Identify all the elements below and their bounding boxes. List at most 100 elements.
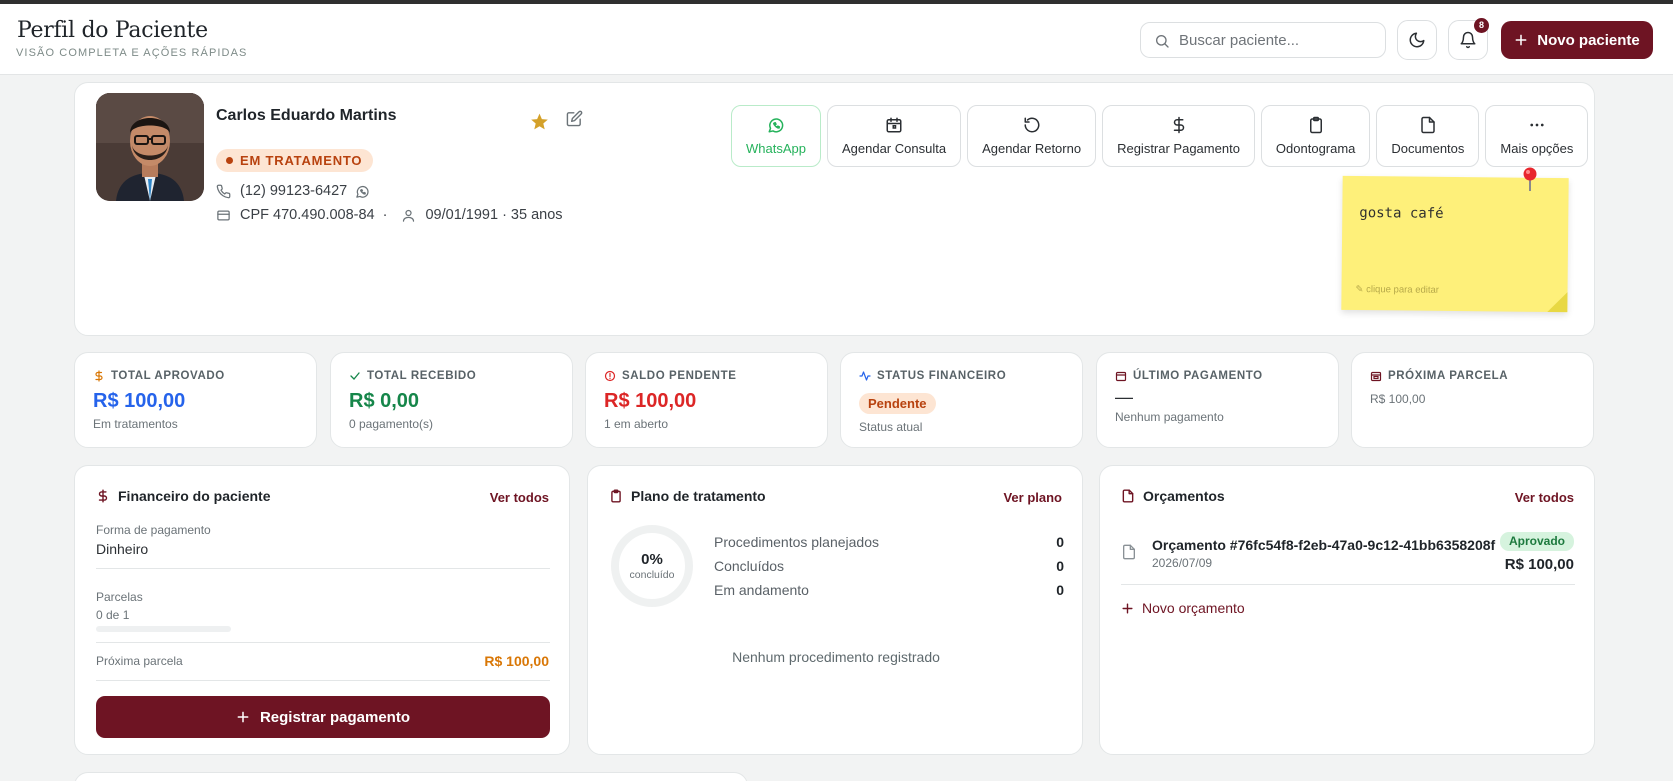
sticky-note-hint: ✎ clique para editar [1355, 283, 1440, 296]
theme-toggle-button[interactable] [1397, 20, 1437, 60]
stat-pending-balance: SALDO PENDENTE R$ 100,00 1 em aberto [585, 352, 828, 448]
finance-title: Financeiro do paciente [118, 488, 271, 504]
plan-progress-text: 0% concluído [610, 551, 694, 581]
stat-sub: Status atual [859, 420, 923, 434]
payment-method-label: Forma de pagamento [96, 523, 211, 537]
budgets-title: Orçamentos [1143, 488, 1225, 504]
installments-progress [96, 626, 231, 632]
patient-birth: 09/01/1991 · 35 anos [425, 207, 563, 223]
patient-profile-card: Carlos Eduardo Martins EM TRATAMENTO (12… [74, 82, 1595, 336]
stat-sub: R$ 100,00 [1370, 392, 1426, 406]
register-payment-action-button[interactable]: Registrar Pagamento [1102, 105, 1255, 167]
schedule-return-label: Agendar Retorno [982, 141, 1082, 156]
refresh-icon [1024, 117, 1040, 133]
stat-financial-status: STATUS FINANCEIRO Pendente Status atual [840, 352, 1083, 448]
stat-sub: Nenhum pagamento [1115, 410, 1224, 424]
dollar-icon [95, 370, 103, 382]
patient-cpf: CPF 470.490.008-84 [240, 207, 375, 223]
finance-see-all-link[interactable]: Ver todos [490, 490, 549, 505]
stat-label: PRÓXIMA PARCELA [1388, 370, 1509, 382]
favorite-star-icon[interactable] [530, 112, 549, 131]
page-title: Perfil do Paciente [17, 18, 208, 43]
divider [96, 642, 550, 643]
plan-row-planned: Procedimentos planejados 0 [714, 534, 1064, 550]
new-patient-label: Novo paciente [1537, 31, 1640, 49]
plan-empty-message: Nenhum procedimento registrado [732, 649, 940, 665]
alert-icon [604, 370, 616, 382]
budget-date: 2026/07/09 [1152, 556, 1213, 570]
schedule-appointment-button[interactable]: Agendar Consulta [826, 105, 962, 167]
budget-status-badge: Aprovado [1499, 532, 1574, 551]
plan-percent: 0% [641, 551, 663, 568]
calendar-icon [1115, 371, 1127, 382]
file-icon [1421, 116, 1435, 134]
new-patient-button[interactable]: Novo paciente [1501, 21, 1653, 59]
documents-button[interactable]: Documentos [1376, 105, 1480, 167]
new-budget-button[interactable]: Novo orçamento [1121, 600, 1245, 616]
patient-avatar[interactable] [96, 93, 204, 201]
search-input[interactable] [1179, 29, 1379, 51]
budgets-see-all-link[interactable]: Ver todos [1515, 490, 1574, 505]
stat-label: TOTAL APROVADO [111, 370, 225, 382]
register-payment-label: Registrar pagamento [259, 708, 411, 726]
clipboard-icon [611, 489, 621, 503]
patient-phone[interactable]: (12) 99123-6427 [240, 183, 347, 199]
search-box[interactable] [1140, 22, 1386, 58]
edit-icon[interactable] [566, 110, 583, 127]
plan-see-link[interactable]: Ver plano [1003, 490, 1062, 505]
plus-icon [237, 711, 249, 723]
clipboard-icon [1309, 116, 1322, 134]
whatsapp-action-label: WhatsApp [746, 141, 806, 156]
plan-percent-caption: concluído [629, 569, 675, 581]
whatsapp-action-button[interactable]: WhatsApp [731, 105, 821, 167]
stat-sub: 1 em aberto [604, 417, 669, 431]
patient-docs-row: CPF 470.490.008-84 · 09/01/1991 · 35 ano… [216, 207, 563, 223]
user-icon [403, 209, 415, 222]
quick-actions: WhatsApp Agendar Consulta Agendar Retorn… [731, 105, 1589, 167]
stat-value: R$ 0,00 [349, 390, 420, 412]
divider [1121, 584, 1575, 585]
plus-icon [1122, 602, 1133, 614]
patient-status-badge: EM TRATAMENTO [216, 149, 374, 172]
bell-icon [1460, 31, 1476, 49]
stat-label: TOTAL RECEBIDO [367, 370, 477, 382]
schedule-return-button[interactable]: Agendar Retorno [967, 105, 1097, 167]
stat-last-payment: ÚLTIMO PAGAMENTO — Nenhum pagamento [1096, 352, 1339, 448]
budget-title: Orçamento #76fc54f8-f2eb-47a0-9c12-41bb6… [1152, 537, 1496, 553]
more-options-button[interactable]: Mais opções [1485, 105, 1589, 167]
register-payment-button[interactable]: Registrar pagamento [96, 696, 550, 738]
stat-value: R$ 100,00 [93, 390, 186, 412]
stat-label: ÚLTIMO PAGAMENTO [1133, 370, 1263, 382]
treatment-plan-panel: Plano de tratamento Ver plano 0% concluí… [587, 465, 1083, 755]
whatsapp-small-icon[interactable] [355, 184, 370, 199]
moon-icon [1409, 32, 1425, 48]
register-payment-action-label: Registrar Pagamento [1117, 141, 1240, 156]
check-icon [350, 372, 360, 380]
next-installment-value: R$ 100,00 [484, 653, 549, 669]
id-card-icon [217, 210, 230, 220]
stat-total-received: TOTAL RECEBIDO R$ 0,00 0 pagamento(s) [330, 352, 573, 448]
notifications-button[interactable]: 8 [1448, 18, 1489, 60]
installments-label: Parcelas [96, 590, 143, 604]
sticky-note[interactable]: gosta café ✎ clique para editar [1341, 175, 1569, 313]
odontogram-button[interactable]: Odontograma [1260, 105, 1371, 167]
patient-status-text: EM TRATAMENTO [240, 153, 363, 168]
whatsapp-icon [768, 118, 784, 133]
status-dot [226, 157, 233, 164]
dollar-icon [1173, 116, 1184, 134]
plan-title: Plano de tratamento [631, 488, 766, 504]
app-header: Perfil do Paciente VISÃO COMPLETA E AÇÕE… [0, 4, 1673, 75]
more-options-label: Mais opções [1500, 141, 1574, 156]
installments-value: 0 de 1 [96, 608, 130, 622]
divider [96, 568, 550, 569]
stat-value: — [1115, 387, 1133, 407]
documents-label: Documentos [1391, 141, 1465, 156]
next-installment-label: Próxima parcela [96, 654, 183, 668]
more-icon [1530, 123, 1544, 127]
stat-sub: 0 pagamento(s) [349, 417, 434, 431]
file-icon [1122, 489, 1134, 503]
info-separator: · [382, 207, 388, 223]
avatar-photo-icon [96, 93, 204, 201]
phone-icon [216, 184, 231, 198]
stat-total-approved: TOTAL APROVADO R$ 100,00 Em tratamentos [74, 352, 317, 448]
